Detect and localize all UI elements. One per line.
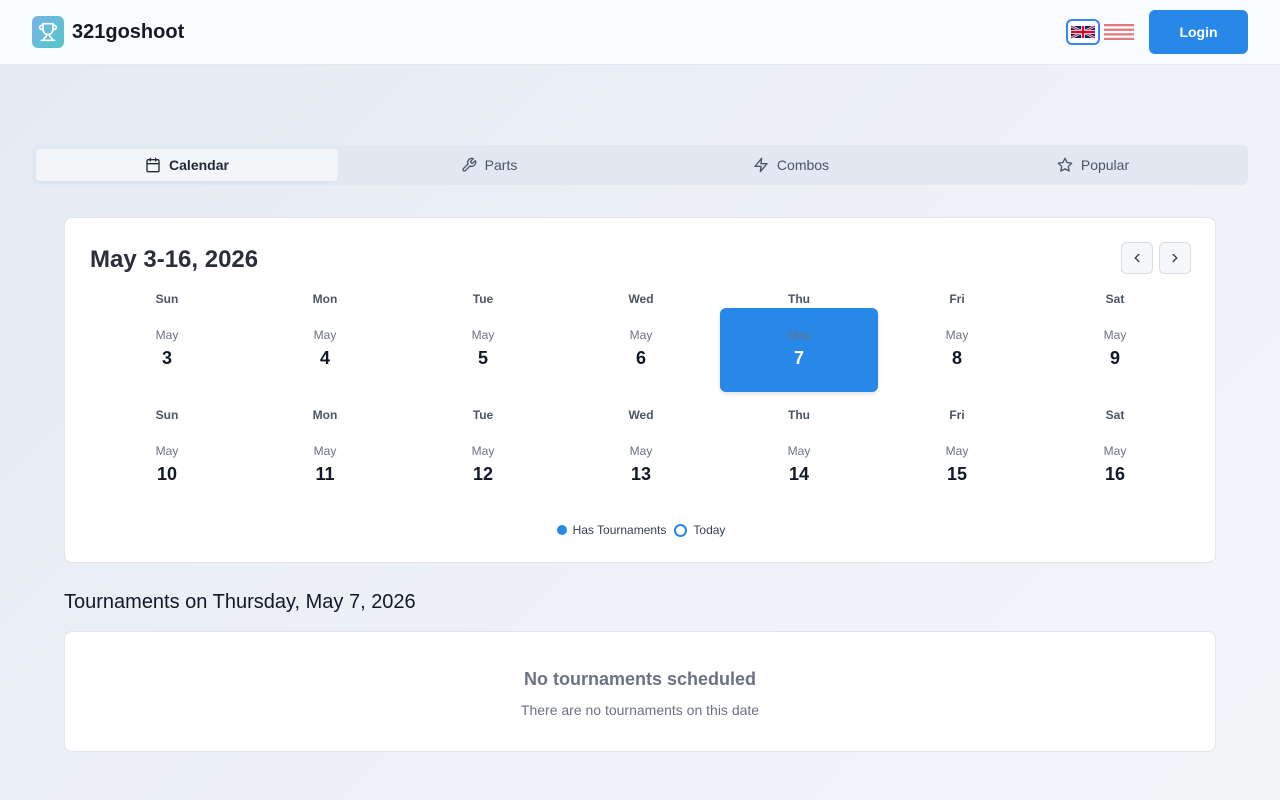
day-cell[interactable]: May 13 xyxy=(562,424,720,508)
day-number: 16 xyxy=(1104,464,1126,484)
weekday-label: Sat xyxy=(1105,292,1125,306)
calendar-range-title: May 3-16, 2026 xyxy=(90,246,259,273)
main-tabs: Calendar Parts Combos Popular xyxy=(32,145,1248,185)
day-number: 4 xyxy=(319,348,330,368)
weekday-label: Mon xyxy=(312,292,338,306)
day-month: May xyxy=(945,328,969,342)
day-month: May xyxy=(629,328,653,342)
day-cell[interactable]: May 5 xyxy=(404,308,562,392)
next-week-button[interactable] xyxy=(1159,242,1191,274)
day-month: May xyxy=(155,328,179,342)
day-month: May xyxy=(787,444,811,458)
weekday-label: Thu xyxy=(788,408,810,422)
top-header: 321goshoot Login xyxy=(0,0,1280,65)
day-cell[interactable]: May 6 xyxy=(562,308,720,392)
week-row: Sun Mon Tue Wed Thu Fri Sat May 10 May 11 … xyxy=(88,408,1194,508)
tab-parts[interactable]: Parts xyxy=(338,149,640,181)
weekday-label: Fri xyxy=(949,292,965,306)
day-number: 14 xyxy=(788,464,810,484)
day-month: May xyxy=(313,444,337,458)
legend-label: Has Tournaments xyxy=(572,523,667,537)
previous-week-button[interactable] xyxy=(1121,242,1153,274)
login-button[interactable]: Login xyxy=(1149,10,1248,54)
day-month: May xyxy=(1103,328,1127,342)
day-cell[interactable]: May 14 xyxy=(720,424,878,508)
lightning-icon xyxy=(754,157,768,173)
day-number: 5 xyxy=(477,348,488,368)
day-month: May xyxy=(313,328,337,342)
brand-name[interactable]: 321goshoot xyxy=(72,21,184,44)
day-number: 7 xyxy=(793,348,804,368)
tab-popular[interactable]: Popular xyxy=(942,149,1244,181)
weekday-label: Sat xyxy=(1105,408,1125,422)
tab-label: Popular xyxy=(1080,157,1130,173)
filled-dot-icon xyxy=(556,525,567,535)
day-cell[interactable]: May 11 xyxy=(246,424,404,508)
week-row: Sun Mon Tue Wed Thu Fri Sat May 3 May 4 Ma… xyxy=(88,292,1194,392)
calendar-icon xyxy=(146,157,160,173)
day-month: May xyxy=(629,444,653,458)
legend-has-tournaments: Has Tournaments xyxy=(556,523,667,537)
day-cell[interactable]: May 3 xyxy=(88,308,246,392)
day-cell[interactable]: May 9 xyxy=(1036,308,1194,392)
weekday-label: Wed xyxy=(628,292,654,306)
day-month: May xyxy=(155,444,179,458)
weekday-label: Tue xyxy=(472,408,494,422)
chevron-left-icon xyxy=(1134,253,1140,263)
weekday-label: Mon xyxy=(312,408,338,422)
day-number: 6 xyxy=(635,348,646,368)
tab-label: Combos xyxy=(776,157,830,173)
tab-label: Calendar xyxy=(169,157,229,173)
weekday-label: Sun xyxy=(155,408,179,422)
day-number: 11 xyxy=(315,464,335,484)
day-month: May xyxy=(471,328,495,342)
star-icon xyxy=(1057,157,1073,172)
day-cell[interactable]: May 10 xyxy=(88,424,246,508)
calendar-card: May 3-16, 2026 Sun Mon Tue Wed Thu Fri S… xyxy=(64,217,1216,563)
ring-dot-icon xyxy=(674,523,688,537)
day-month: May xyxy=(787,328,811,342)
day-cell[interactable]: May 16 xyxy=(1036,424,1194,508)
legend-label: Today xyxy=(693,523,726,537)
tournaments-empty-card: No tournaments scheduled There are no to… xyxy=(64,631,1216,752)
day-number: 9 xyxy=(1109,348,1120,368)
weekday-label: Wed xyxy=(628,408,654,422)
weekday-label: Tue xyxy=(472,292,494,306)
legend-today: Today xyxy=(674,523,725,537)
day-number: 13 xyxy=(630,464,652,484)
weekday-label: Fri xyxy=(949,408,965,422)
trophy-icon[interactable] xyxy=(32,16,64,48)
tab-combos[interactable]: Combos xyxy=(640,149,942,181)
tab-label: Parts xyxy=(484,157,518,173)
day-number: 8 xyxy=(951,348,962,368)
empty-state-subtitle: There are no tournaments on this date xyxy=(520,702,760,718)
day-cell[interactable]: May 12 xyxy=(404,424,562,508)
weekday-label: Sun xyxy=(155,292,179,306)
day-number: 3 xyxy=(161,348,172,368)
us-flag-icon[interactable] xyxy=(1104,23,1134,41)
weekday-label: Thu xyxy=(788,292,810,306)
day-cell[interactable]: May 8 xyxy=(878,308,1036,392)
day-cell[interactable]: May 15 xyxy=(878,424,1036,508)
day-number: 12 xyxy=(472,464,494,484)
uk-flag-icon[interactable] xyxy=(1066,19,1100,45)
tournaments-heading: Tournaments on Thursday, May 7, 2026 xyxy=(64,591,416,613)
tab-calendar[interactable]: Calendar xyxy=(36,149,338,181)
day-month: May xyxy=(945,444,969,458)
day-month: May xyxy=(471,444,495,458)
calendar-legend: Has Tournaments Today xyxy=(65,523,1217,537)
empty-state-title: No tournaments scheduled xyxy=(523,669,757,689)
day-cell[interactable]: May 4 xyxy=(246,308,404,392)
day-month: May xyxy=(1103,444,1127,458)
wrench-icon xyxy=(462,157,476,172)
day-cell-selected[interactable]: May 7 xyxy=(720,308,878,392)
day-number: 15 xyxy=(946,464,968,484)
chevron-right-icon xyxy=(1172,253,1178,263)
day-number: 10 xyxy=(156,464,178,484)
